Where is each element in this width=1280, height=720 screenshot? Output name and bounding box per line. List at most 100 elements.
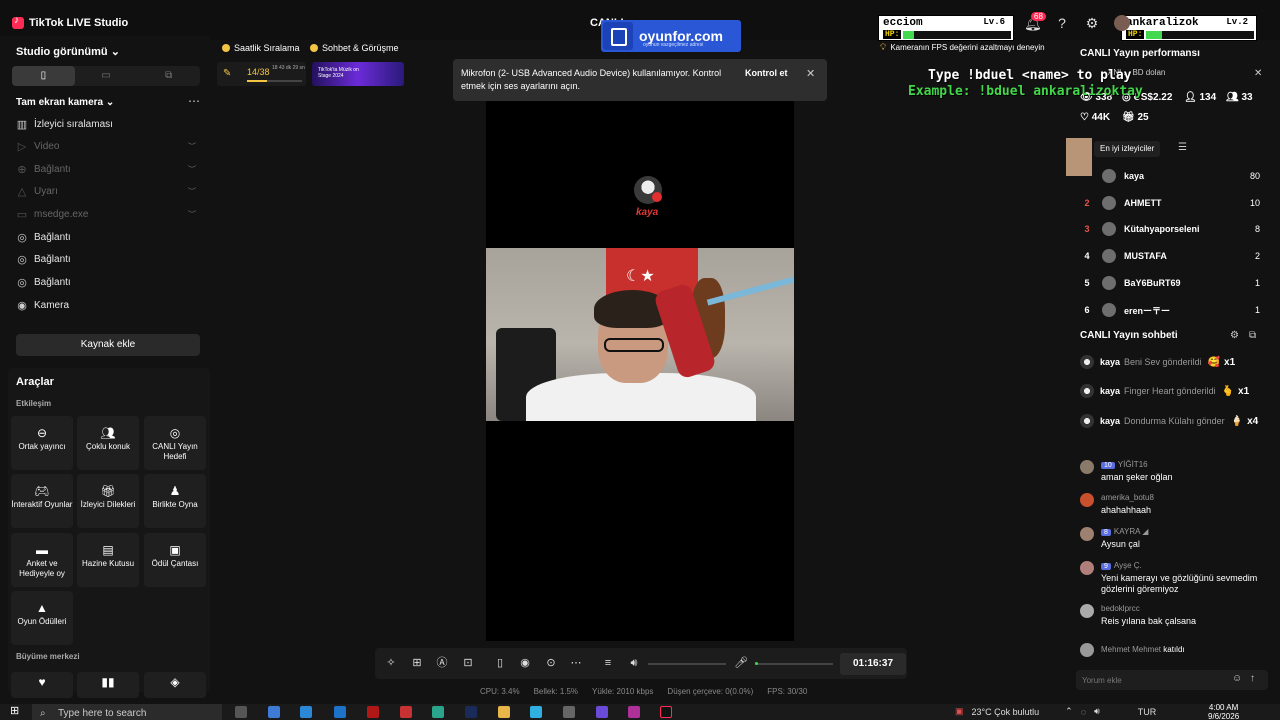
- app-icon[interactable]: [596, 706, 608, 718]
- edge-icon[interactable]: [334, 706, 346, 718]
- gift-text: Finger Heart gönderildi: [1124, 386, 1216, 396]
- top-viewers-tab[interactable]: En iyi izleyiciler: [1094, 141, 1161, 157]
- goal-progress-card[interactable]: ✎ 14/38 18 43 dk 29 sn: [217, 62, 306, 86]
- hourly-ranking-label: Saatlik Sıralama: [234, 43, 300, 53]
- effects-icon[interactable]: ✧: [384, 656, 398, 670]
- tiktok-icon[interactable]: [660, 706, 672, 718]
- app-icon[interactable]: [628, 706, 640, 718]
- popout-icon[interactable]: ⧉: [1249, 330, 1256, 341]
- phone-icon[interactable]: ▯: [493, 656, 507, 670]
- poll-tool-button[interactable]: ▬ Anket ve Hediyeyle oy: [11, 533, 73, 587]
- file-explorer-icon[interactable]: [498, 706, 510, 718]
- growth-tool-button[interactable]: ▮▮: [77, 672, 139, 698]
- hourly-ranking-chip[interactable]: Saatlik Sıralama: [216, 40, 306, 56]
- avatar: [1080, 561, 1094, 575]
- top-viewer-row[interactable]: 3 Kütahyaporseleni 8: [1080, 220, 1260, 238]
- help-icon[interactable]: ?: [1054, 15, 1070, 31]
- taskbar-clock[interactable]: 4:00 AM 9/6/2026: [1208, 703, 1239, 720]
- app-icon[interactable]: [432, 706, 444, 718]
- media-icon[interactable]: ⊡: [461, 656, 475, 670]
- source-item[interactable]: ◎ Bağlantı: [16, 227, 196, 247]
- top-viewer-row[interactable]: kaya 80: [1080, 167, 1260, 185]
- chat-meet-chip[interactable]: Sohbet & Görüşme: [304, 40, 405, 56]
- growth-tool-button[interactable]: ◈: [144, 672, 206, 698]
- co-host-tool-button[interactable]: ⊖ Ortak yayıncı: [11, 416, 73, 470]
- source-item[interactable]: ◎ Bağlantı: [16, 272, 196, 292]
- app-icon[interactable]: [400, 706, 412, 718]
- viewer-score: 1: [1254, 305, 1260, 315]
- play-together-tool-button[interactable]: ♟︎ Birlikte Oyna: [144, 474, 206, 528]
- viewer-wishes-tool-button[interactable]: 🎁︎ İzleyici Dilekleri: [77, 474, 139, 528]
- task-view-icon[interactable]: [235, 706, 247, 718]
- add-source-button[interactable]: Kaynak ekle: [16, 334, 200, 356]
- source-item[interactable]: ▥ İzleyici sıralaması: [16, 114, 196, 134]
- top-viewer-row[interactable]: 5 BaY6BuRT69 1: [1080, 274, 1260, 292]
- copilot-icon[interactable]: [268, 706, 280, 718]
- treasure-box-tool-button[interactable]: ▤ Hazine Kutusu: [77, 533, 139, 587]
- reward-bag-tool-button[interactable]: ▣ Ödül Çantası: [144, 533, 206, 587]
- visibility-toggle-icon[interactable]: ︶: [188, 164, 196, 175]
- top-viewer-row[interactable]: 6 erenー〒ー 1: [1080, 301, 1260, 319]
- speaker-icon[interactable]: 🔊︎: [627, 656, 641, 670]
- app-icon[interactable]: [530, 706, 542, 718]
- gift-icon: 🍦: [1230, 415, 1244, 427]
- ai-icon[interactable]: Ⓐ: [435, 656, 449, 670]
- live-goal-tool-button[interactable]: ◎ CANLI Yayın Hedefi: [144, 416, 206, 470]
- volume-slider[interactable]: [648, 663, 726, 665]
- source-item[interactable]: ◎ Bağlantı: [16, 249, 196, 269]
- source-item[interactable]: ▭ msedge.exe ︶: [16, 204, 196, 224]
- multi-guest-tool-button[interactable]: 👥︎ Çoklu konuk: [77, 416, 139, 470]
- source-item[interactable]: ◉ Kamera: [16, 295, 196, 315]
- list-icon[interactable]: ☰: [1178, 142, 1187, 153]
- more-icon[interactable]: ⋯: [569, 656, 583, 670]
- top-viewer-row[interactable]: 2 AHMETT 10: [1080, 194, 1260, 212]
- promo-banner[interactable]: TikTok'ta Müzik on Stage 2024: [312, 62, 404, 86]
- windows-start-icon[interactable]: ⊞: [10, 704, 22, 717]
- visibility-toggle-icon[interactable]: ︶: [188, 141, 196, 152]
- microphone-icon[interactable]: 🎤︎: [734, 656, 748, 670]
- source-item[interactable]: ▷ Video ︶: [16, 136, 196, 156]
- visibility-toggle-icon[interactable]: ︶: [188, 186, 196, 197]
- cpu-stat: CPU: 3.4%: [480, 687, 520, 696]
- gear-icon[interactable]: ⚙︎: [1230, 330, 1239, 341]
- check-button[interactable]: Kontrol et: [745, 68, 788, 78]
- more-options-icon[interactable]: ⋯: [188, 94, 200, 108]
- comment-input[interactable]: [1082, 673, 1222, 687]
- mic-slider[interactable]: [755, 662, 833, 665]
- language-indicator[interactable]: TUR: [1138, 707, 1157, 717]
- lightbulb-icon: 💡︎: [880, 42, 887, 52]
- settings-sliders-icon[interactable]: ≡: [601, 656, 615, 670]
- scene-selector[interactable]: Tam ekran kamera ⌄: [16, 97, 114, 108]
- avatar[interactable]: [1114, 15, 1130, 31]
- close-icon[interactable]: ✕: [1254, 68, 1262, 79]
- app-icon[interactable]: [563, 706, 575, 718]
- weather-text[interactable]: 23°C Çok bulutlu: [972, 707, 1040, 717]
- chevron-up-icon[interactable]: ⌃: [1065, 706, 1073, 717]
- top-viewer-row[interactable]: 4 MUSTAFA 2: [1080, 247, 1260, 265]
- record-icon[interactable]: ◉: [518, 656, 532, 670]
- app-icon[interactable]: [465, 706, 477, 718]
- network-icon[interactable]: ◌: [1081, 707, 1086, 717]
- interactive-games-tool-button[interactable]: 🎮︎ İnteraktif Oyunlar: [11, 474, 73, 528]
- volume-icon[interactable]: 🔊︎: [1094, 706, 1100, 717]
- target-icon: ◎: [169, 426, 181, 440]
- studio-view-title[interactable]: Studio görünümü ⌄: [16, 45, 120, 58]
- dual-mode-button[interactable]: ⧉: [137, 66, 200, 86]
- growth-tool-button[interactable]: ♥: [11, 672, 73, 698]
- landscape-mode-button[interactable]: ▭: [75, 66, 138, 86]
- game-rewards-tool-button[interactable]: ▲ Oyun Ödülleri: [11, 591, 73, 645]
- source-item[interactable]: ⊕ Bağlantı ︶: [16, 159, 196, 179]
- app-icon[interactable]: [367, 706, 379, 718]
- source-item[interactable]: △ Uyarı ︶: [16, 181, 196, 201]
- visibility-toggle-icon[interactable]: ︶: [188, 209, 196, 220]
- close-icon[interactable]: ✕: [806, 67, 815, 80]
- portrait-mode-button[interactable]: ▯: [12, 66, 75, 86]
- store-icon[interactable]: [300, 706, 312, 718]
- capture-icon[interactable]: ⊙: [544, 656, 558, 670]
- chat-user: amerika_botu8: [1101, 493, 1154, 502]
- screen-add-icon[interactable]: ⊞: [410, 656, 424, 670]
- emoji-icon[interactable]: ☺: [1232, 673, 1242, 684]
- gear-icon[interactable]: ⚙︎: [1084, 15, 1100, 31]
- send-icon[interactable]: ↑: [1250, 673, 1255, 684]
- taskbar-search[interactable]: ⌕ Type here to search: [32, 704, 222, 720]
